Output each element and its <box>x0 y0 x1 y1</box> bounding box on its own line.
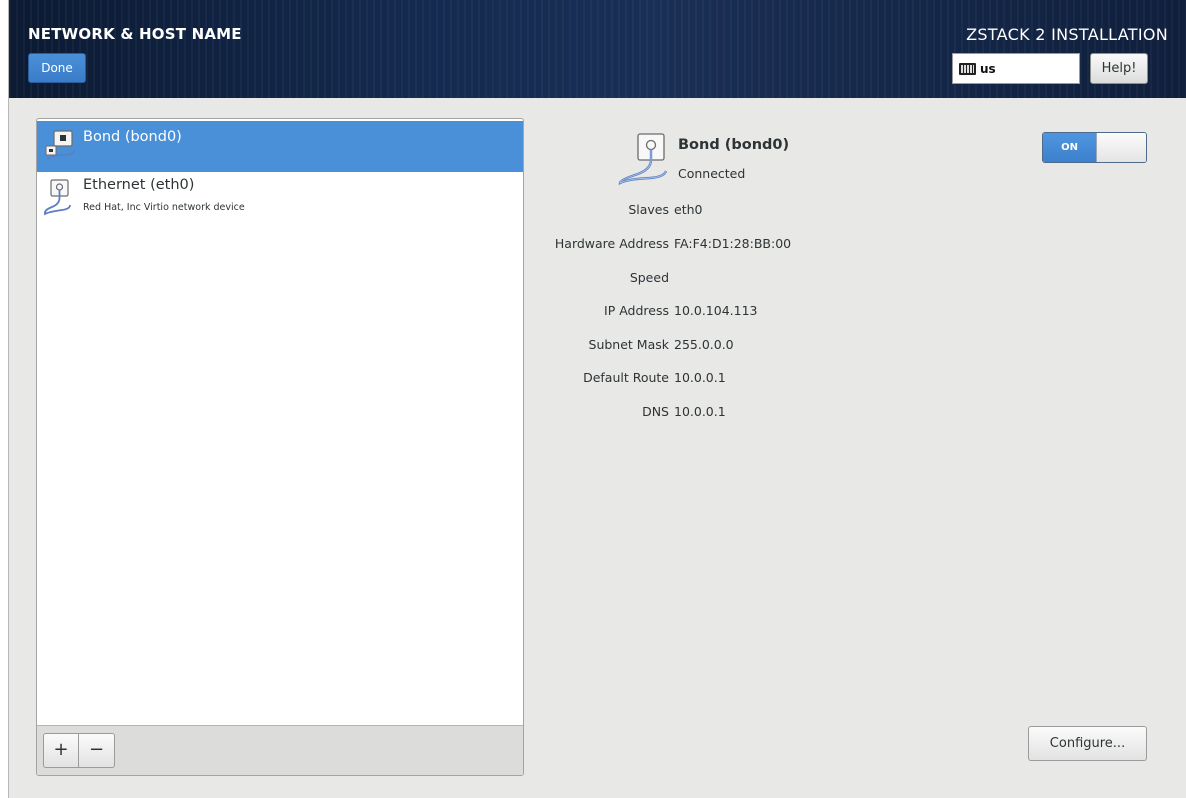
device-name: Bond (bond0) <box>83 129 182 145</box>
property-subnet-mask: Subnet Mask 255.0.0.0 <box>509 337 1009 355</box>
bond-icon <box>45 130 75 160</box>
header-bar: NETWORK & HOST NAME Done ZSTACK 2 INSTAL… <box>9 0 1186 98</box>
property-value: 10.0.0.1 <box>674 404 726 419</box>
device-on-off-switch[interactable]: ON <box>1042 132 1147 163</box>
configure-button[interactable]: Configure... <box>1028 726 1147 761</box>
device-list: Bond (bond0) Ethernet (eth0) Red Hat, In… <box>36 118 524 776</box>
device-status: Connected <box>678 166 746 181</box>
network-cable-icon <box>618 133 668 185</box>
property-label: DNS <box>642 404 669 419</box>
property-value: 10.0.104.113 <box>674 303 758 318</box>
property-value: eth0 <box>674 202 703 217</box>
device-description: Red Hat, Inc Virtio network device <box>83 202 245 213</box>
property-label: Subnet Mask <box>588 337 669 352</box>
property-speed: Speed <box>509 270 1009 288</box>
add-device-button[interactable]: + <box>43 733 79 768</box>
property-value: FA:F4:D1:28:BB:00 <box>674 236 792 251</box>
property-dns: DNS 10.0.0.1 <box>509 404 1009 422</box>
property-hardware-address: Hardware Address FA:F4:D1:28:BB:00 <box>509 236 1009 254</box>
done-button[interactable]: Done <box>28 53 86 83</box>
device-row-eth0[interactable]: Ethernet (eth0) Red Hat, Inc Virtio netw… <box>37 172 523 222</box>
property-value: 255.0.0.0 <box>674 337 734 352</box>
property-label: Default Route <box>583 370 669 385</box>
device-name: Ethernet (eth0) <box>83 177 195 193</box>
switch-knob <box>1096 133 1146 162</box>
property-value: 10.0.0.1 <box>674 370 726 385</box>
help-button[interactable]: Help! <box>1090 53 1148 84</box>
ethernet-icon <box>43 179 71 216</box>
property-label: Speed <box>629 270 669 285</box>
keyboard-layout-label: us <box>980 61 996 76</box>
product-title: ZSTACK 2 INSTALLATION <box>966 25 1168 44</box>
property-ip-address: IP Address 10.0.104.113 <box>509 303 1009 321</box>
spoke-title: NETWORK & HOST NAME <box>28 25 242 43</box>
device-row-bond0[interactable]: Bond (bond0) <box>37 121 523 172</box>
property-label: Slaves <box>628 202 669 217</box>
switch-on-label: ON <box>1043 133 1096 162</box>
remove-device-button[interactable]: − <box>79 733 115 768</box>
property-slaves: Slaves eth0 <box>509 202 1009 220</box>
property-label: Hardware Address <box>554 236 669 251</box>
device-detail-name: Bond (bond0) <box>678 137 790 153</box>
device-list-toolbar: + − <box>37 725 523 775</box>
keyboard-layout-indicator[interactable]: us <box>952 53 1080 84</box>
property-label: IP Address <box>604 303 669 318</box>
network-spoke-window: NETWORK & HOST NAME Done ZSTACK 2 INSTAL… <box>8 0 1186 798</box>
keyboard-icon <box>959 62 976 75</box>
property-default-route: Default Route 10.0.0.1 <box>509 370 1009 388</box>
